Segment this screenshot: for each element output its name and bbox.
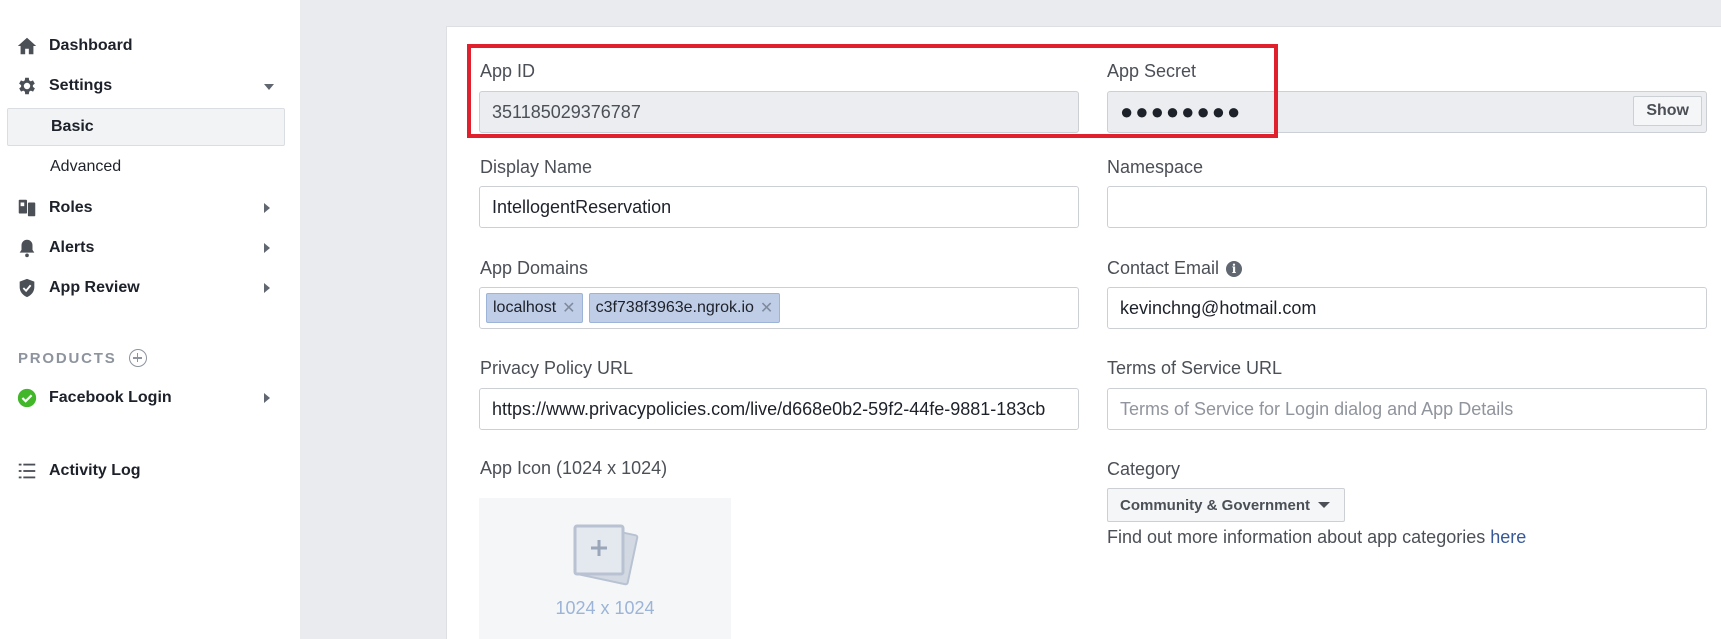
app-id-label: App ID bbox=[480, 61, 536, 81]
terms-of-service-url-placeholder: Terms of Service for Login dialog and Ap… bbox=[1120, 398, 1514, 419]
remove-token-icon[interactable]: ✕ bbox=[760, 298, 773, 318]
sidebar-item-dashboard[interactable]: Dashboard bbox=[0, 28, 300, 64]
app-secret-field[interactable]: ●●●●●●●● Show bbox=[1107, 91, 1707, 133]
category-dropdown[interactable]: Community & Government bbox=[1107, 488, 1346, 522]
sidebar-item-label: Roles bbox=[49, 199, 93, 216]
sidebar-subitem-label: Basic bbox=[51, 118, 94, 135]
app-secret-label: App Secret bbox=[1107, 61, 1197, 81]
sidebar-subitem-basic[interactable]: Basic bbox=[7, 108, 285, 146]
terms-of-service-url-label: Terms of Service URL bbox=[1107, 358, 1283, 378]
privacy-policy-url-label: Privacy Policy URL bbox=[480, 358, 634, 378]
domain-token-label: c3f738f3963e.ngrok.io bbox=[595, 299, 754, 316]
app-domains-label: App Domains bbox=[480, 258, 589, 278]
contact-email-label: Contact Email i bbox=[1107, 258, 1243, 279]
app-icon-label: App Icon (1024 x 1024) bbox=[480, 458, 668, 478]
app-secret-masked-value: ●●●●●●●● bbox=[1120, 99, 1243, 124]
image-placeholder-icon bbox=[573, 524, 639, 586]
terms-of-service-url-field[interactable]: Terms of Service for Login dialog and Ap… bbox=[1107, 388, 1707, 430]
chevron-right-icon[interactable] bbox=[264, 203, 270, 213]
app-icon-upload[interactable]: 1024 x 1024 bbox=[479, 498, 731, 639]
sidebar-subitem-advanced[interactable]: Advanced bbox=[7, 148, 285, 186]
sidebar-item-label: Dashboard bbox=[49, 37, 133, 54]
check-circle-icon bbox=[16, 387, 38, 409]
add-product-icon[interactable] bbox=[128, 349, 147, 367]
sidebar: Dashboard Settings Basic Advanced Roles bbox=[0, 0, 300, 639]
sidebar-item-label: Activity Log bbox=[49, 462, 141, 479]
remove-token-icon[interactable]: ✕ bbox=[562, 298, 575, 318]
roles-icon bbox=[16, 197, 38, 219]
namespace-label: Namespace bbox=[1107, 157, 1204, 177]
gear-icon bbox=[16, 75, 38, 97]
domain-token-label: localhost bbox=[493, 299, 557, 316]
domain-token: c3f738f3963e.ngrok.io ✕ bbox=[588, 293, 781, 323]
privacy-policy-url-field[interactable]: https://www.privacypolicies.com/live/d66… bbox=[479, 388, 1079, 430]
shield-check-icon bbox=[16, 277, 38, 299]
caret-down-icon bbox=[1318, 502, 1331, 508]
sidebar-item-label: Settings bbox=[49, 77, 113, 94]
display-name-field[interactable]: IntellogentReservation bbox=[479, 186, 1079, 228]
chevron-right-icon[interactable] bbox=[264, 243, 270, 253]
app-icon-caption: 1024 x 1024 bbox=[555, 598, 655, 618]
category-selected: Community & Government bbox=[1120, 496, 1311, 514]
chevron-down-icon[interactable] bbox=[264, 84, 274, 90]
namespace-field[interactable] bbox=[1107, 186, 1707, 228]
sidebar-item-settings[interactable]: Settings bbox=[0, 68, 300, 104]
bell-icon bbox=[16, 237, 38, 259]
category-help-text: Find out more information about app cate… bbox=[1107, 527, 1526, 548]
contact-email-label-text: Contact Email bbox=[1107, 258, 1220, 278]
info-icon[interactable]: i bbox=[1226, 261, 1243, 277]
sidebar-item-label: Alerts bbox=[49, 239, 95, 256]
display-name-value: IntellogentReservation bbox=[492, 196, 672, 217]
list-icon bbox=[16, 460, 38, 482]
category-label: Category bbox=[1107, 459, 1181, 479]
contact-email-value: kevinchng@hotmail.com bbox=[1120, 297, 1317, 318]
sidebar-item-facebook-login[interactable]: Facebook Login bbox=[0, 380, 300, 416]
sidebar-item-activity-log[interactable]: Activity Log bbox=[0, 453, 300, 489]
show-secret-button[interactable]: Show bbox=[1633, 96, 1702, 126]
sidebar-item-label: Facebook Login bbox=[49, 389, 172, 406]
privacy-policy-url-value: https://www.privacypolicies.com/live/d66… bbox=[492, 398, 1046, 419]
contact-email-field[interactable]: kevinchng@hotmail.com bbox=[1107, 287, 1707, 329]
sidebar-item-label: App Review bbox=[49, 279, 140, 296]
sidebar-item-roles[interactable]: Roles bbox=[0, 190, 300, 226]
category-help-prefix: Find out more information about app cate… bbox=[1107, 527, 1491, 547]
products-label: PRODUCTS bbox=[18, 349, 117, 367]
app-id-value: 351185029376787 bbox=[492, 101, 641, 122]
home-icon bbox=[16, 35, 38, 57]
category-help-link[interactable]: here bbox=[1490, 527, 1526, 547]
sidebar-subitem-label: Advanced bbox=[50, 158, 122, 175]
sidebar-item-app-review[interactable]: App Review bbox=[0, 270, 300, 306]
sidebar-item-alerts[interactable]: Alerts bbox=[0, 230, 300, 266]
chevron-right-icon[interactable] bbox=[264, 393, 270, 403]
app-domains-field[interactable]: localhost ✕ c3f738f3963e.ngrok.io ✕ bbox=[479, 287, 1079, 329]
display-name-label: Display Name bbox=[480, 157, 593, 177]
domain-token: localhost ✕ bbox=[486, 293, 583, 323]
products-header: PRODUCTS bbox=[18, 348, 147, 368]
app-id-field[interactable]: 351185029376787 bbox=[479, 91, 1079, 133]
chevron-right-icon[interactable] bbox=[264, 283, 270, 293]
